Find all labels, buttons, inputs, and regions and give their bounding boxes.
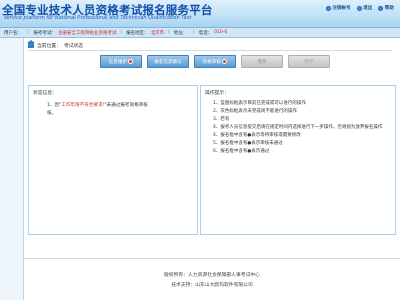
info-exam-value: 注册安全工程师执业资格考试 bbox=[58, 30, 117, 36]
home-icon bbox=[27, 39, 35, 48]
account-icon bbox=[325, 5, 331, 11]
info-address-label: 地址： bbox=[173, 30, 188, 36]
step-payment: 缴费 bbox=[241, 55, 283, 68]
list-item: 2、灰色标框表示未完成尚不能进行的操作 bbox=[213, 109, 297, 114]
help-icon bbox=[378, 5, 384, 11]
breadcrumb-page: 考试状态 bbox=[64, 43, 84, 49]
process-steps: 信息维护 报名信息确认 资格审核 缴费 打印 bbox=[100, 55, 330, 68]
status-dot-icon bbox=[222, 59, 228, 64]
ops-title: 操作提示： bbox=[205, 91, 229, 96]
site-subtitle: service platform for National Profession… bbox=[4, 15, 192, 21]
link-help[interactable]: 帮助 bbox=[378, 5, 394, 11]
status-panel: 状态信息： 1、因"工作年限不符合要求!"未通过报考资格审核 核。 bbox=[28, 85, 198, 235]
list-item: 4、报考人员信息提交后请在规定时间内选择进行下一步操作，否则视为放弃报名操作 bbox=[213, 125, 383, 130]
status-reason-link[interactable]: 工作年限不符合要求! bbox=[61, 103, 104, 108]
status-message: 1、因"工作年限不符合要求!"未通过报考资格审核 核。 bbox=[47, 103, 148, 116]
status-dot-icon bbox=[128, 59, 134, 64]
list-item: 4、报名框中含有●表示等待审核或需要修改 bbox=[213, 133, 301, 138]
breadcrumb: 当前位置： 考试状态 bbox=[27, 39, 392, 51]
ops-list: 1、蓝图标框表示目前已完成或可以进行的操作 2、灰色标框表示未完成尚不能进行的操… bbox=[213, 100, 393, 156]
step-qualification-review[interactable]: 资格审核 bbox=[194, 55, 236, 68]
info-region-value: 北京市 bbox=[150, 30, 165, 36]
operations-panel: 操作提示： 1、蓝图标框表示目前已完成或可以进行的操作 2、灰色标框表示未完成尚… bbox=[200, 85, 396, 235]
footer-copyright: 版权所有：人力资源社会保障部人事考试中心 bbox=[164, 273, 260, 278]
exit-icon bbox=[356, 5, 362, 11]
status-title: 状态信息： bbox=[33, 91, 57, 96]
info-username-label: 用户名： bbox=[4, 30, 22, 36]
info-exam-label: 报考考试： bbox=[33, 30, 57, 36]
list-item: 6、报名框中含有●表示通过 bbox=[213, 149, 270, 154]
list-item: 5、报名框中含有●表示审核未通过 bbox=[213, 141, 283, 146]
step-info-maintain[interactable]: 信息维护 bbox=[100, 55, 142, 68]
user-info-bar: 用户名： | 报考考试： 注册安全工程师执业资格考试 | 报名地区： 北京市 |… bbox=[0, 28, 400, 38]
list-item: 1、蓝图标框表示目前已完成或可以进行的操作 bbox=[213, 101, 306, 106]
info-phone-label: 电话： bbox=[198, 30, 213, 36]
site-header: 全国专业技术人员资格考试报名服务平台 service platform for … bbox=[0, 0, 400, 28]
link-logout-account[interactable]: 注销帐号 bbox=[325, 5, 351, 11]
info-phone-value: 010-6 bbox=[214, 30, 228, 35]
step-print: 打印 bbox=[288, 55, 330, 68]
step-info-confirm[interactable]: 报名信息确认 bbox=[147, 55, 189, 68]
list-item: 3、若有 bbox=[213, 117, 230, 122]
page-footer: 版权所有：人力资源社会保障部人事考试中心 技术支持：山东山大鸥玛软件有限公司 bbox=[24, 258, 400, 300]
footer-support: 技术支持：山东山大鸥玛软件有限公司 bbox=[171, 283, 253, 288]
breadcrumb-label: 当前位置： bbox=[37, 43, 61, 49]
link-exit[interactable]: 退出 bbox=[356, 5, 372, 11]
top-links: 注销帐号 退出 帮助 bbox=[325, 5, 394, 11]
left-sidebar bbox=[0, 38, 24, 300]
info-region-label: 报名地区： bbox=[126, 30, 149, 36]
